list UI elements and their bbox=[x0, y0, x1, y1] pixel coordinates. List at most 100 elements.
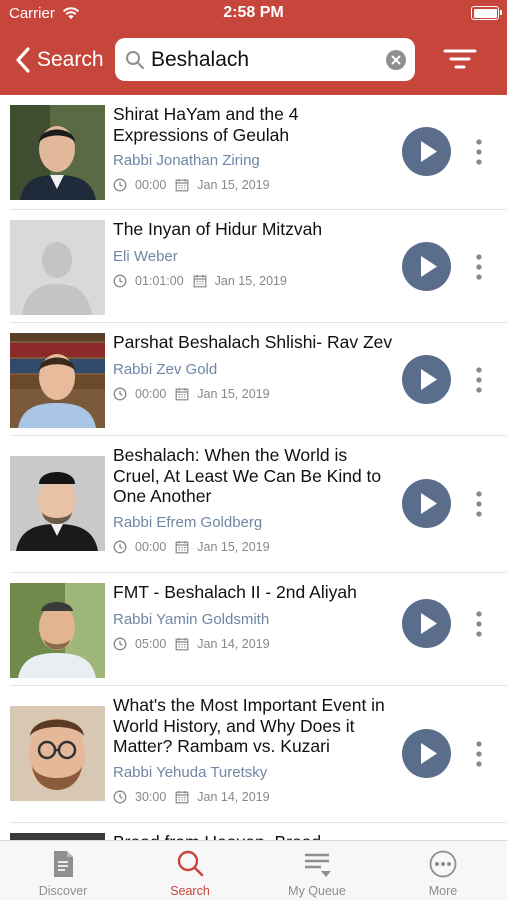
item-duration: 00:00 bbox=[135, 178, 167, 192]
filter-icon[interactable] bbox=[440, 44, 480, 74]
item-title: The Inyan of Hidur Mitzvah bbox=[113, 219, 323, 239]
tab-search[interactable]: Search bbox=[135, 841, 245, 900]
item-title: Beshalach: When the World is Cruel, At L… bbox=[113, 445, 382, 506]
item-speaker[interactable]: Rabbi Zev Gold bbox=[113, 361, 217, 378]
more-icon bbox=[429, 850, 457, 878]
status-bar: Carrier 2:58 PM bbox=[0, 0, 507, 28]
tab-discover[interactable]: Discover bbox=[8, 841, 118, 900]
search-input[interactable] bbox=[151, 44, 376, 75]
more-options-icon[interactable] bbox=[470, 137, 488, 167]
list-item[interactable]: What's the Most Important Event in World… bbox=[0, 686, 507, 823]
item-duration: 00:00 bbox=[135, 387, 167, 401]
tab-label: Search bbox=[170, 884, 210, 898]
clock-icon bbox=[113, 274, 127, 288]
item-speaker[interactable]: Eli Weber bbox=[113, 248, 178, 265]
item-speaker[interactable]: Rabbi Efrem Goldberg bbox=[113, 514, 262, 531]
list-item[interactable]: The Inyan of Hidur Mitzvah Eli Weber 01:… bbox=[0, 210, 507, 323]
avatar bbox=[10, 456, 105, 551]
clear-search-button[interactable] bbox=[386, 50, 406, 70]
avatar bbox=[10, 706, 105, 801]
clock: 2:58 PM bbox=[223, 4, 284, 21]
item-meta: 00:00 Jan 15, 2019 bbox=[113, 177, 270, 193]
item-date: Jan 14, 2019 bbox=[197, 790, 270, 804]
item-date: Jan 15, 2019 bbox=[197, 387, 270, 401]
item-date: Jan 14, 2019 bbox=[197, 637, 270, 651]
item-date: Jan 15, 2019 bbox=[197, 178, 270, 192]
item-duration: 05:00 bbox=[135, 637, 167, 651]
clock-icon bbox=[113, 637, 127, 651]
play-icon bbox=[421, 613, 437, 634]
avatar bbox=[10, 105, 105, 200]
more-options-icon[interactable] bbox=[470, 609, 488, 639]
list-item[interactable]: Parshat Beshalach Shlishi- Rav Zev Rabbi… bbox=[0, 323, 507, 436]
clock-icon bbox=[113, 387, 127, 401]
item-title: Bread from Heaven, Bread bbox=[113, 832, 398, 840]
item-title: Shirat HaYam and the 4 Expressions of Ge… bbox=[113, 104, 299, 145]
item-meta: 05:00 Jan 14, 2019 bbox=[113, 636, 270, 652]
calendar-icon bbox=[175, 179, 189, 192]
item-meta: 00:00 Jan 15, 2019 bbox=[113, 386, 270, 402]
results-list: Shirat HaYam and the 4 Expressions of Ge… bbox=[0, 95, 507, 840]
item-speaker[interactable]: Rabbi Yamin Goldsmith bbox=[113, 611, 269, 628]
calendar-icon bbox=[175, 791, 189, 804]
avatar-placeholder bbox=[10, 220, 105, 315]
document-icon bbox=[54, 851, 73, 877]
item-speaker[interactable]: Rabbi Yehuda Turetsky bbox=[113, 764, 267, 781]
more-options-icon[interactable] bbox=[470, 489, 488, 519]
tab-bar: Discover Search My Queue More bbox=[0, 840, 507, 900]
list-item[interactable]: Bread from Heaven, Bread bbox=[0, 823, 507, 840]
avatar bbox=[10, 833, 105, 840]
play-button[interactable] bbox=[402, 599, 451, 648]
play-button[interactable] bbox=[402, 479, 451, 528]
clock-icon bbox=[113, 178, 127, 192]
avatar bbox=[10, 333, 105, 428]
item-title: What's the Most Important Event in World… bbox=[113, 695, 385, 756]
tab-more[interactable]: More bbox=[388, 841, 498, 900]
play-button[interactable] bbox=[402, 127, 451, 176]
search-icon bbox=[177, 850, 204, 877]
play-icon bbox=[421, 141, 437, 162]
avatar bbox=[10, 583, 105, 678]
calendar-icon bbox=[193, 275, 207, 288]
calendar-icon bbox=[175, 638, 189, 651]
tab-my-queue[interactable]: My Queue bbox=[262, 841, 372, 900]
calendar-icon bbox=[175, 388, 189, 401]
clock-icon bbox=[113, 540, 127, 554]
more-options-icon[interactable] bbox=[470, 739, 488, 769]
item-title: FMT - Beshalach II - 2nd Aliyah bbox=[113, 582, 357, 602]
calendar-icon bbox=[175, 541, 189, 554]
play-icon bbox=[421, 493, 437, 514]
more-options-icon[interactable] bbox=[470, 252, 488, 282]
item-title: Parshat Beshalach Shlishi- Rav Zev bbox=[113, 332, 393, 352]
item-meta: 01:01:00 Jan 15, 2019 bbox=[113, 273, 287, 289]
item-duration: 00:00 bbox=[135, 540, 167, 554]
item-meta: 00:00 Jan 15, 2019 bbox=[113, 539, 270, 555]
item-meta: 30:00 Jan 14, 2019 bbox=[113, 789, 270, 805]
search-bar bbox=[115, 38, 415, 81]
play-button[interactable] bbox=[402, 729, 451, 778]
play-icon bbox=[421, 256, 437, 277]
list-item[interactable]: Shirat HaYam and the 4 Expressions of Ge… bbox=[0, 95, 507, 210]
chevron-left-icon bbox=[16, 47, 30, 73]
back-label: Search bbox=[37, 48, 104, 71]
list-item[interactable]: Beshalach: When the World is Cruel, At L… bbox=[0, 436, 507, 573]
item-duration: 30:00 bbox=[135, 790, 167, 804]
battery-icon bbox=[471, 6, 502, 20]
close-icon bbox=[391, 55, 401, 65]
play-button[interactable] bbox=[402, 355, 451, 404]
item-speaker[interactable]: Rabbi Jonathan Ziring bbox=[113, 152, 260, 169]
item-duration: 01:01:00 bbox=[135, 274, 184, 288]
list-item[interactable]: FMT - Beshalach II - 2nd Aliyah Rabbi Ya… bbox=[0, 573, 507, 686]
tab-label: More bbox=[428, 884, 458, 898]
more-options-icon[interactable] bbox=[470, 365, 488, 395]
search-icon bbox=[126, 51, 144, 69]
back-button[interactable]: Search bbox=[14, 44, 104, 76]
queue-icon bbox=[305, 853, 331, 877]
header: Carrier 2:58 PM Search bbox=[0, 0, 507, 95]
clock-icon bbox=[113, 790, 127, 804]
item-date: Jan 15, 2019 bbox=[197, 540, 270, 554]
play-icon bbox=[421, 743, 437, 764]
tab-label: Discover bbox=[38, 884, 88, 898]
item-date: Jan 15, 2019 bbox=[214, 274, 287, 288]
play-button[interactable] bbox=[402, 242, 451, 291]
